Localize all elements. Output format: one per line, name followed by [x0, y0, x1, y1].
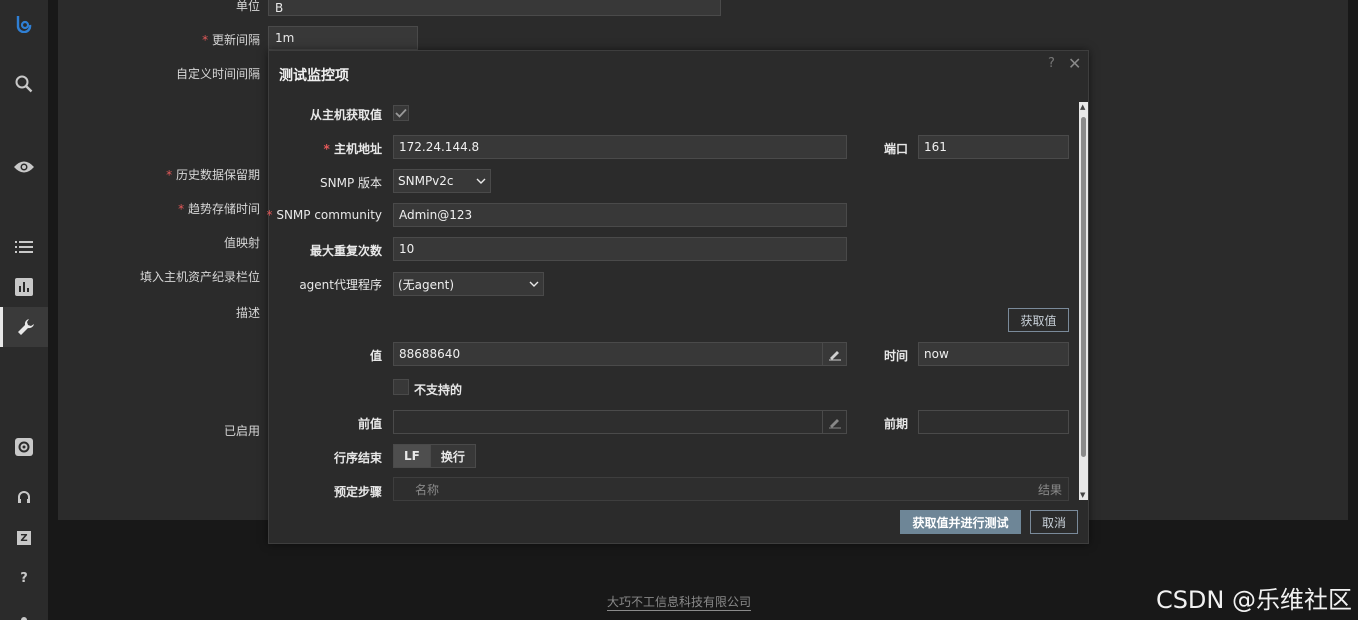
get-from-host-label: 从主机获取值 [309, 108, 382, 122]
value-input[interactable]: 88688640 [393, 342, 847, 366]
eol-label: 行序结束 [333, 451, 382, 465]
prev-value-edit-button[interactable] [822, 411, 846, 433]
agent-proxy-select[interactable]: (无agent) [393, 272, 544, 296]
eol-toggle: LF 换行 [393, 444, 476, 468]
valuemap-label: 值映射 [223, 236, 260, 250]
share-label: Z [17, 531, 31, 545]
pencil-icon [828, 419, 841, 429]
value-edit-button[interactable] [822, 343, 846, 365]
agent-proxy-label: agent代理程序 [299, 278, 382, 292]
scrollbar-thumb[interactable] [1081, 117, 1086, 457]
dialog-help-icon[interactable]: ? [1048, 56, 1055, 71]
pencil-icon [828, 351, 841, 361]
help-icon[interactable]: ? [0, 558, 48, 598]
time-value: now [924, 347, 949, 361]
cancel-button[interactable]: 取消 [1030, 510, 1078, 534]
configuration-wrench-icon[interactable] [0, 307, 48, 347]
unit-input[interactable]: B [268, 0, 721, 16]
eol-option-lf[interactable]: LF [394, 445, 430, 467]
host-address-label: 主机地址 [324, 140, 382, 157]
time-label: 时间 [884, 349, 909, 363]
update-interval-label: 更新间隔 [202, 31, 260, 48]
monitoring-eye-icon[interactable] [0, 147, 48, 187]
get-value-button[interactable]: 获取值 [1008, 308, 1069, 332]
support-headset-icon[interactable] [0, 478, 48, 518]
port-input[interactable]: 161 [918, 135, 1069, 159]
custom-interval-label: 自定义时间间隔 [175, 67, 260, 81]
share-icon[interactable]: Z [0, 518, 48, 558]
trends-label: 趋势存储时间 [178, 200, 260, 217]
dialog-title: 测试监控项 [279, 68, 349, 84]
steps-result-header: 结果 [1037, 482, 1062, 497]
scroll-up-icon[interactable]: ▲ [1080, 103, 1085, 111]
host-address-value: 172.24.144.8 [399, 140, 480, 154]
prev-time-label: 前期 [884, 417, 909, 431]
scroll-down-icon[interactable]: ▼ [1080, 491, 1085, 499]
preprocessing-label: 预定步骤 [333, 485, 382, 499]
snmp-community-input[interactable]: Admin@123 [393, 203, 847, 227]
prev-value-input[interactable] [393, 410, 847, 434]
update-interval-value: 1m [275, 31, 295, 45]
not-supported-label: 不支持的 [414, 383, 463, 397]
snmp-community-label: SNMP community [267, 208, 382, 222]
value-value: 88688640 [399, 347, 461, 361]
preprocessing-steps-header: 名称 结果 [393, 477, 1069, 501]
reports-chart-icon[interactable] [0, 267, 48, 307]
checkmark-icon [395, 108, 407, 118]
help-label: ? [20, 570, 28, 586]
administration-gear-icon[interactable] [0, 427, 48, 467]
time-input[interactable]: now [918, 342, 1069, 366]
history-label: 历史数据保留期 [166, 166, 260, 183]
dialog-close-icon[interactable]: ✕ [1068, 54, 1081, 73]
host-address-input[interactable]: 172.24.144.8 [393, 135, 847, 159]
prev-time-input[interactable] [918, 410, 1069, 434]
max-repetitions-input[interactable]: 10 [393, 237, 847, 261]
test-item-dialog: 测试监控项 ? ✕ 从主机获取值 主机地址 172.24.144.8 端口 16… [268, 50, 1089, 544]
footer-company-link[interactable]: 大巧不工信息科技有限公司 [606, 595, 751, 611]
inventory-label: 填入主机资产纪录栏位 [139, 270, 260, 284]
agent-proxy-value: (无agent) [398, 277, 455, 292]
search-icon[interactable] [0, 64, 48, 104]
prev-value-label: 前值 [357, 417, 382, 431]
snmp-version-label: SNMP 版本 [320, 176, 382, 190]
snmp-community-value: Admin@123 [399, 208, 473, 222]
dialog-scrollbar[interactable]: ▲ ▼ [1079, 102, 1088, 500]
get-and-test-button[interactable]: 获取值并进行测试 [900, 510, 1021, 534]
value-label: 值 [369, 349, 382, 363]
unit-value: B [275, 1, 284, 15]
eol-option-crlf[interactable]: 换行 [429, 445, 475, 467]
watermark: CSDN @乐维社区 [1155, 586, 1352, 614]
inventory-list-icon[interactable] [0, 227, 48, 267]
description-label: 描述 [235, 306, 260, 320]
chevron-down-icon [476, 178, 486, 184]
enabled-label: 已启用 [223, 424, 260, 438]
steps-name-header: 名称 [415, 482, 440, 497]
max-repetitions-label: 最大重复次数 [309, 244, 382, 258]
max-repetitions-value: 10 [399, 242, 415, 256]
get-from-host-checkbox[interactable] [393, 105, 409, 121]
snmp-version-value: SNMPv2c [398, 174, 454, 188]
snmp-version-select[interactable]: SNMPv2c [393, 169, 491, 193]
left-sidebar: Z ? [0, 0, 48, 620]
chevron-down-icon [529, 281, 539, 287]
footer: 大巧不工信息科技有限公司 [0, 593, 1358, 611]
port-label: 端口 [884, 142, 909, 156]
not-supported-checkbox[interactable] [393, 379, 409, 395]
update-interval-input[interactable]: 1m [268, 26, 418, 50]
unit-label: 单位 [235, 0, 260, 13]
zabbix-logo[interactable] [0, 3, 48, 43]
port-value: 161 [924, 140, 947, 154]
